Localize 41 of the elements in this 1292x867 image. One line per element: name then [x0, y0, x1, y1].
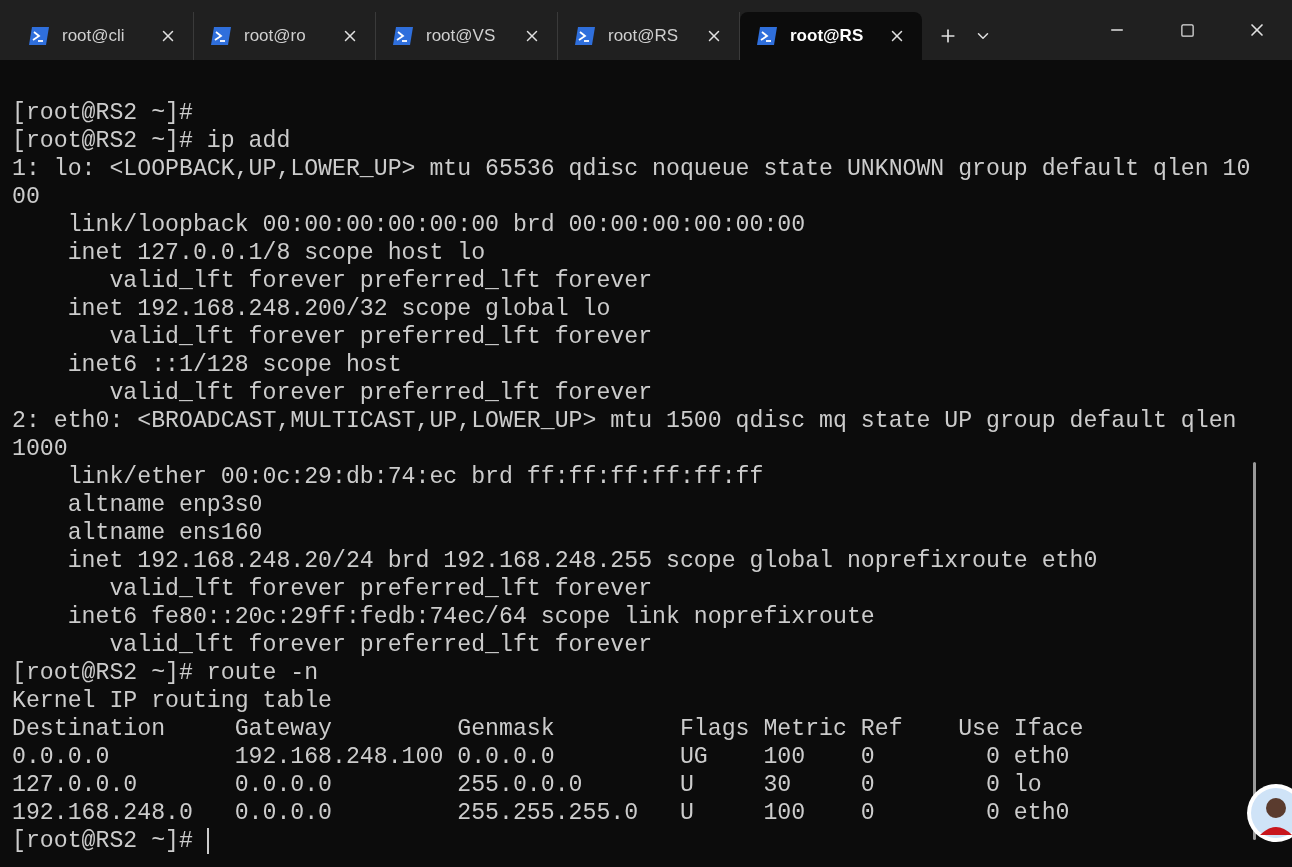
terminal-line: Destination Gateway Genmask Flags Metric Ref Use Iface [12, 715, 1084, 743]
terminal-line: link/loopback 00:00:00:00:00:00 brd 00:00:00:00:00:00 [66, 211, 806, 239]
terminal-icon [574, 26, 596, 46]
terminal-line: 1: lo: <LOOPBACK,UP,LOWER_UP> mtu 65536 qdisc noqueue state UNKNOWN group default qlen 10 [12, 155, 1251, 183]
terminal-line: valid_lft forever preferred_lft forever [108, 631, 653, 659]
terminal-line: valid_lft forever preferred_lft forever [108, 267, 653, 295]
terminal-line: Kernel IP routing table [12, 687, 333, 715]
terminal-line: altname ens160 [66, 519, 263, 547]
scrollbar[interactable] [1253, 462, 1256, 840]
tab[interactable]: root@RS [558, 12, 740, 60]
terminal-line: inet 192.168.248.20/24 brd 192.168.248.255 scope global noprefixroute eth0 [66, 547, 1098, 575]
terminal-line: [root@RS2 ~]# route -n [12, 659, 319, 687]
terminal-line: 127.0.0.0 0.0.0.0 255.0.0.0 U 30 0 0 lo [12, 771, 1042, 799]
terminal-icon [210, 26, 232, 46]
terminal-line: inet 192.168.248.200/32 scope global lo [66, 295, 611, 323]
terminal-line: valid_lft forever preferred_lft forever [108, 323, 653, 351]
terminal-line: 192.168.248.0 0.0.0.0 255.255.255.0 U 100 0 0 eth0 [12, 799, 1070, 827]
terminal-prompt: [root@RS2 ~]# [12, 827, 194, 855]
terminal-line: [root@RS2 ~]# [12, 99, 193, 127]
terminal-line: inet 127.0.0.1/8 scope host lo [66, 239, 486, 267]
tab[interactable]: root@RS [740, 12, 922, 60]
terminal-line: inet6 fe80::20c:29ff:fedb:74ec/64 scope link noprefixroute [66, 603, 875, 631]
terminal-line: valid_lft forever preferred_lft forever [108, 379, 653, 407]
terminal-line: link/ether 00:0c:29:db:74:ec brd ff:ff:ff:ff:ff:ff [66, 463, 764, 491]
cursor [206, 828, 209, 854]
terminal-line: 2: eth0: <BROADCAST,MULTICAST,UP,LOWER_UP> mtu 1500 qdisc mq state UP group default qlen [12, 407, 1237, 435]
terminal-line: altname enp3s0 [66, 491, 263, 519]
terminal-line: [root@RS2 ~]# ip add [12, 127, 291, 155]
tab[interactable]: root@VS [376, 12, 558, 60]
terminal-line: 1000 [12, 435, 68, 463]
tab[interactable]: root@ro [194, 12, 376, 60]
terminal-line: valid_lft forever preferred_lft forever [108, 575, 653, 603]
terminal-line: 00 [12, 183, 40, 211]
avatar-icon[interactable] [1246, 783, 1292, 843]
terminal-icon [28, 26, 50, 46]
tab[interactable]: root@cli [12, 12, 194, 60]
maximize-icon[interactable] [1179, 22, 1195, 38]
terminal-line: inet6 ::1/128 scope host [66, 351, 402, 379]
terminal-icon [392, 26, 414, 46]
terminal-line: 0.0.0.0 192.168.248.100 0.0.0.0 UG 100 0 0 eth0 [12, 743, 1070, 771]
terminal-icon [756, 26, 778, 46]
